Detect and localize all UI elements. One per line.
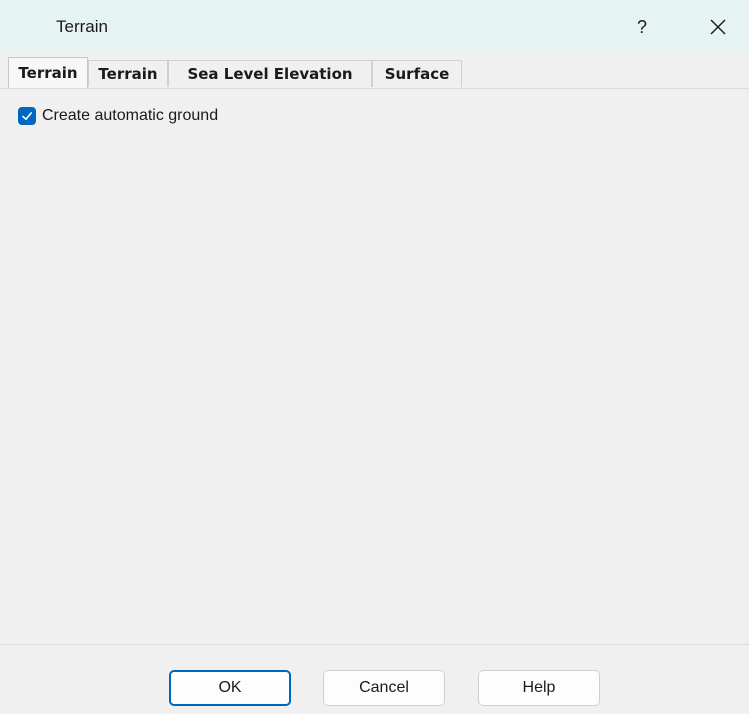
tab-panel: Create automatic ground	[8, 89, 749, 644]
close-icon	[710, 19, 726, 35]
context-help-button[interactable]: ?	[624, 12, 660, 42]
dialog-title: Terrain	[56, 17, 108, 36]
close-button[interactable]	[700, 12, 736, 42]
help-button[interactable]: Help	[478, 670, 600, 706]
tab-sea-level-elevation[interactable]: Sea Level Elevation	[168, 60, 372, 87]
terrain-dialog: Terrain ? Terrain Terrain Sea Level Elev…	[0, 0, 749, 714]
checkmark-icon	[22, 112, 32, 120]
tab-terrain-1[interactable]: Terrain	[8, 57, 88, 88]
tab-surface[interactable]: Surface	[372, 60, 462, 87]
cancel-button[interactable]: Cancel	[323, 670, 445, 706]
footer-divider	[0, 644, 749, 645]
title-bar: Terrain ?	[0, 0, 749, 54]
ok-button[interactable]: OK	[169, 670, 291, 706]
tab-strip: Terrain Terrain Sea Level Elevation Surf…	[0, 54, 749, 89]
auto-ground-option[interactable]: Create automatic ground	[18, 107, 218, 125]
auto-ground-checkbox[interactable]	[18, 107, 36, 125]
tab-terrain-2[interactable]: Terrain	[88, 60, 168, 87]
auto-ground-label: Create automatic ground	[42, 107, 219, 124]
